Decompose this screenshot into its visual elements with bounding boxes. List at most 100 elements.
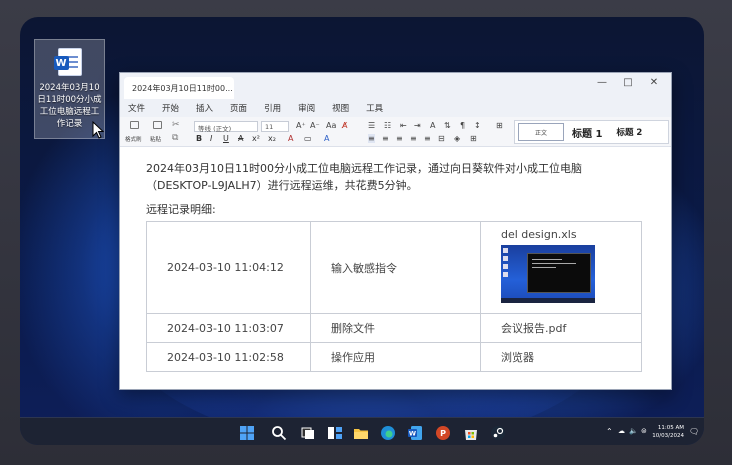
record-action: 操作应用 [310,342,481,372]
sort-icon[interactable]: ⇅ [444,121,451,130]
border-line-icon[interactable]: ⊞ [470,134,477,143]
table-row: 2024-03-10 11:04:12 输入敏感指令 del design.xl… [146,221,642,314]
font-color-icon[interactable]: A [288,134,293,143]
intro-paragraph: 2024年03月10日11时00分小成工位电脑远程工作记录，通过向日葵软件对小成… [146,162,582,192]
clear-format-icon[interactable]: A̸ [342,121,347,130]
edge-icon[interactable] [380,425,396,441]
menu-file[interactable]: 文件 [128,102,145,114]
show-hidden-icons[interactable]: ⌃ [606,427,613,436]
char-border-icon[interactable]: ▭ [304,134,312,143]
change-case-icon[interactable]: Aa [326,121,336,130]
style-gallery: 正文 标题 1 标题 2 [514,120,669,144]
record-time: 2024-03-10 11:03:07 [146,313,311,343]
borders-icon[interactable]: ⊞ [496,121,503,130]
powerpoint-icon[interactable]: P [435,425,451,441]
shading-icon[interactable]: ◈ [454,134,460,143]
tab-stops-icon[interactable]: ⊟ [438,134,445,143]
bold-icon[interactable]: B [196,134,202,143]
steam-icon[interactable] [490,425,506,441]
menu-view[interactable]: 视图 [332,102,349,114]
subscript-icon[interactable]: x₂ [268,134,276,143]
copy-icon[interactable]: ⧉ [172,133,178,143]
records-table: 2024-03-10 11:04:12 输入敏感指令 del design.xl… [146,221,642,372]
table-row: 2024-03-10 11:03:07 删除文件 会议报告.pdf [146,313,642,343]
record-time: 2024-03-10 11:04:12 [146,221,311,314]
document-body[interactable]: 2024年03月10日11时00分小成工位电脑远程工作记录，通过向日葵软件对小成… [120,148,673,390]
outdent-icon[interactable]: ⇤ [400,121,407,130]
word-icon[interactable]: W [407,425,423,441]
grow-font-icon[interactable]: A⁺ [296,121,306,130]
format-painter-label: 格式刷 [125,137,142,143]
mouse-pointer-icon [92,121,104,139]
record-action: 输入敏感指令 [310,221,481,314]
menu-page[interactable]: 页面 [230,102,247,114]
paste-label: 粘贴 [150,137,162,143]
record-action: 删除文件 [310,313,481,343]
shrink-font-icon[interactable]: A⁻ [310,121,320,130]
close-button[interactable]: ✕ [644,77,664,88]
desktop: W 2024年03月10日11时00分小成工位电脑远程工作记录 2024年03月… [20,17,704,445]
file-explorer-icon[interactable] [353,425,369,441]
align-right-icon[interactable]: ≡ [396,134,403,143]
terminal-window-thumb [527,253,591,293]
format-painter-icon[interactable] [130,121,139,129]
menu-review[interactable]: 审阅 [298,102,315,114]
indent-icon[interactable]: ⇥ [414,121,421,130]
menu-insert[interactable]: 插入 [196,102,213,114]
paste-icon[interactable] [153,121,162,129]
menu-home[interactable]: 开始 [162,102,179,114]
menu-tools[interactable]: 工具 [366,102,383,114]
cut-icon[interactable]: ✂ [172,120,180,130]
underline-icon[interactable]: U [223,134,229,143]
justify-icon[interactable]: ≡ [410,134,417,143]
clock-date[interactable]: 10/03/2024 [648,433,684,439]
minimize-button[interactable]: — [592,77,612,88]
start-icon[interactable] [239,425,255,441]
clock-time[interactable]: 11:05 AM [648,425,684,431]
menu-references[interactable]: 引用 [264,102,281,114]
menu-bar: 文件 开始 插入 页面 引用 审阅 视图 工具 [120,99,671,117]
widgets-icon[interactable] [327,425,343,441]
record-detail: del design.xls [501,228,577,241]
network-icon[interactable]: ⊜ [641,427,647,435]
superscript-icon[interactable]: x² [252,134,260,143]
show-marks-icon[interactable]: ¶ [460,121,465,130]
record-time: 2024-03-10 11:02:58 [146,342,311,372]
notification-icon[interactable]: 🗨 [689,427,699,436]
font-size-select[interactable]: 11 [261,121,289,132]
volume-icon[interactable]: 🔈 [629,427,638,435]
align-center-icon[interactable]: ≡ [382,134,389,143]
svg-text:W: W [409,430,416,438]
chinese-layout-icon[interactable]: A [430,121,435,130]
numbering-icon[interactable]: ☷ [384,121,391,130]
taskbar: W P ⌃ ☁ 🔈 ⊜ 11:05 AM 10/03/2024 🗨 [20,417,704,445]
table-row: 2024-03-10 11:02:58 操作应用 浏览器 [146,342,642,372]
store-icon[interactable] [463,425,479,441]
cloud-icon[interactable]: ☁ [618,427,625,435]
highlight-icon[interactable]: A [324,134,329,143]
record-detail-cell: del design.xls [480,221,642,314]
document-tab[interactable]: 2024年03月10日11时00... [124,77,234,99]
title-bar: 2024年03月10日11时00... — □ ✕ [120,73,671,99]
italic-icon[interactable]: I [210,134,212,143]
task-view-icon[interactable] [300,425,316,441]
word-document-icon: W [53,48,82,76]
align-left-icon[interactable]: ≡ [368,134,375,143]
search-icon[interactable] [271,425,287,441]
word-window: 2024年03月10日11时00... — □ ✕ 文件 开始 插入 页面 引用… [119,72,672,390]
screenshot-thumbnail[interactable] [501,245,595,303]
maximize-button[interactable]: □ [618,77,638,88]
distributed-icon[interactable]: ≡ [424,134,431,143]
records-subtitle: 远程记录明细: [146,203,216,216]
svg-text:P: P [440,429,446,438]
style-heading-2[interactable]: 标题 2 [616,126,642,138]
bullets-icon[interactable]: ☰ [368,121,375,130]
style-heading-1[interactable]: 标题 1 [572,125,602,140]
style-normal[interactable]: 正文 [518,123,564,141]
font-name-select[interactable]: 等线 (正文) [194,121,258,133]
record-detail: 会议报告.pdf [480,313,642,343]
strikethrough-icon[interactable]: A [238,134,243,143]
ribbon-toolbar: 格式刷 粘贴 ✂ ⧉ 等线 (正文) 11 A⁺ A⁻ Aa A̸ B I U … [120,117,671,147]
record-detail: 浏览器 [480,342,642,372]
line-spacing-icon[interactable]: ↕ [474,121,481,130]
